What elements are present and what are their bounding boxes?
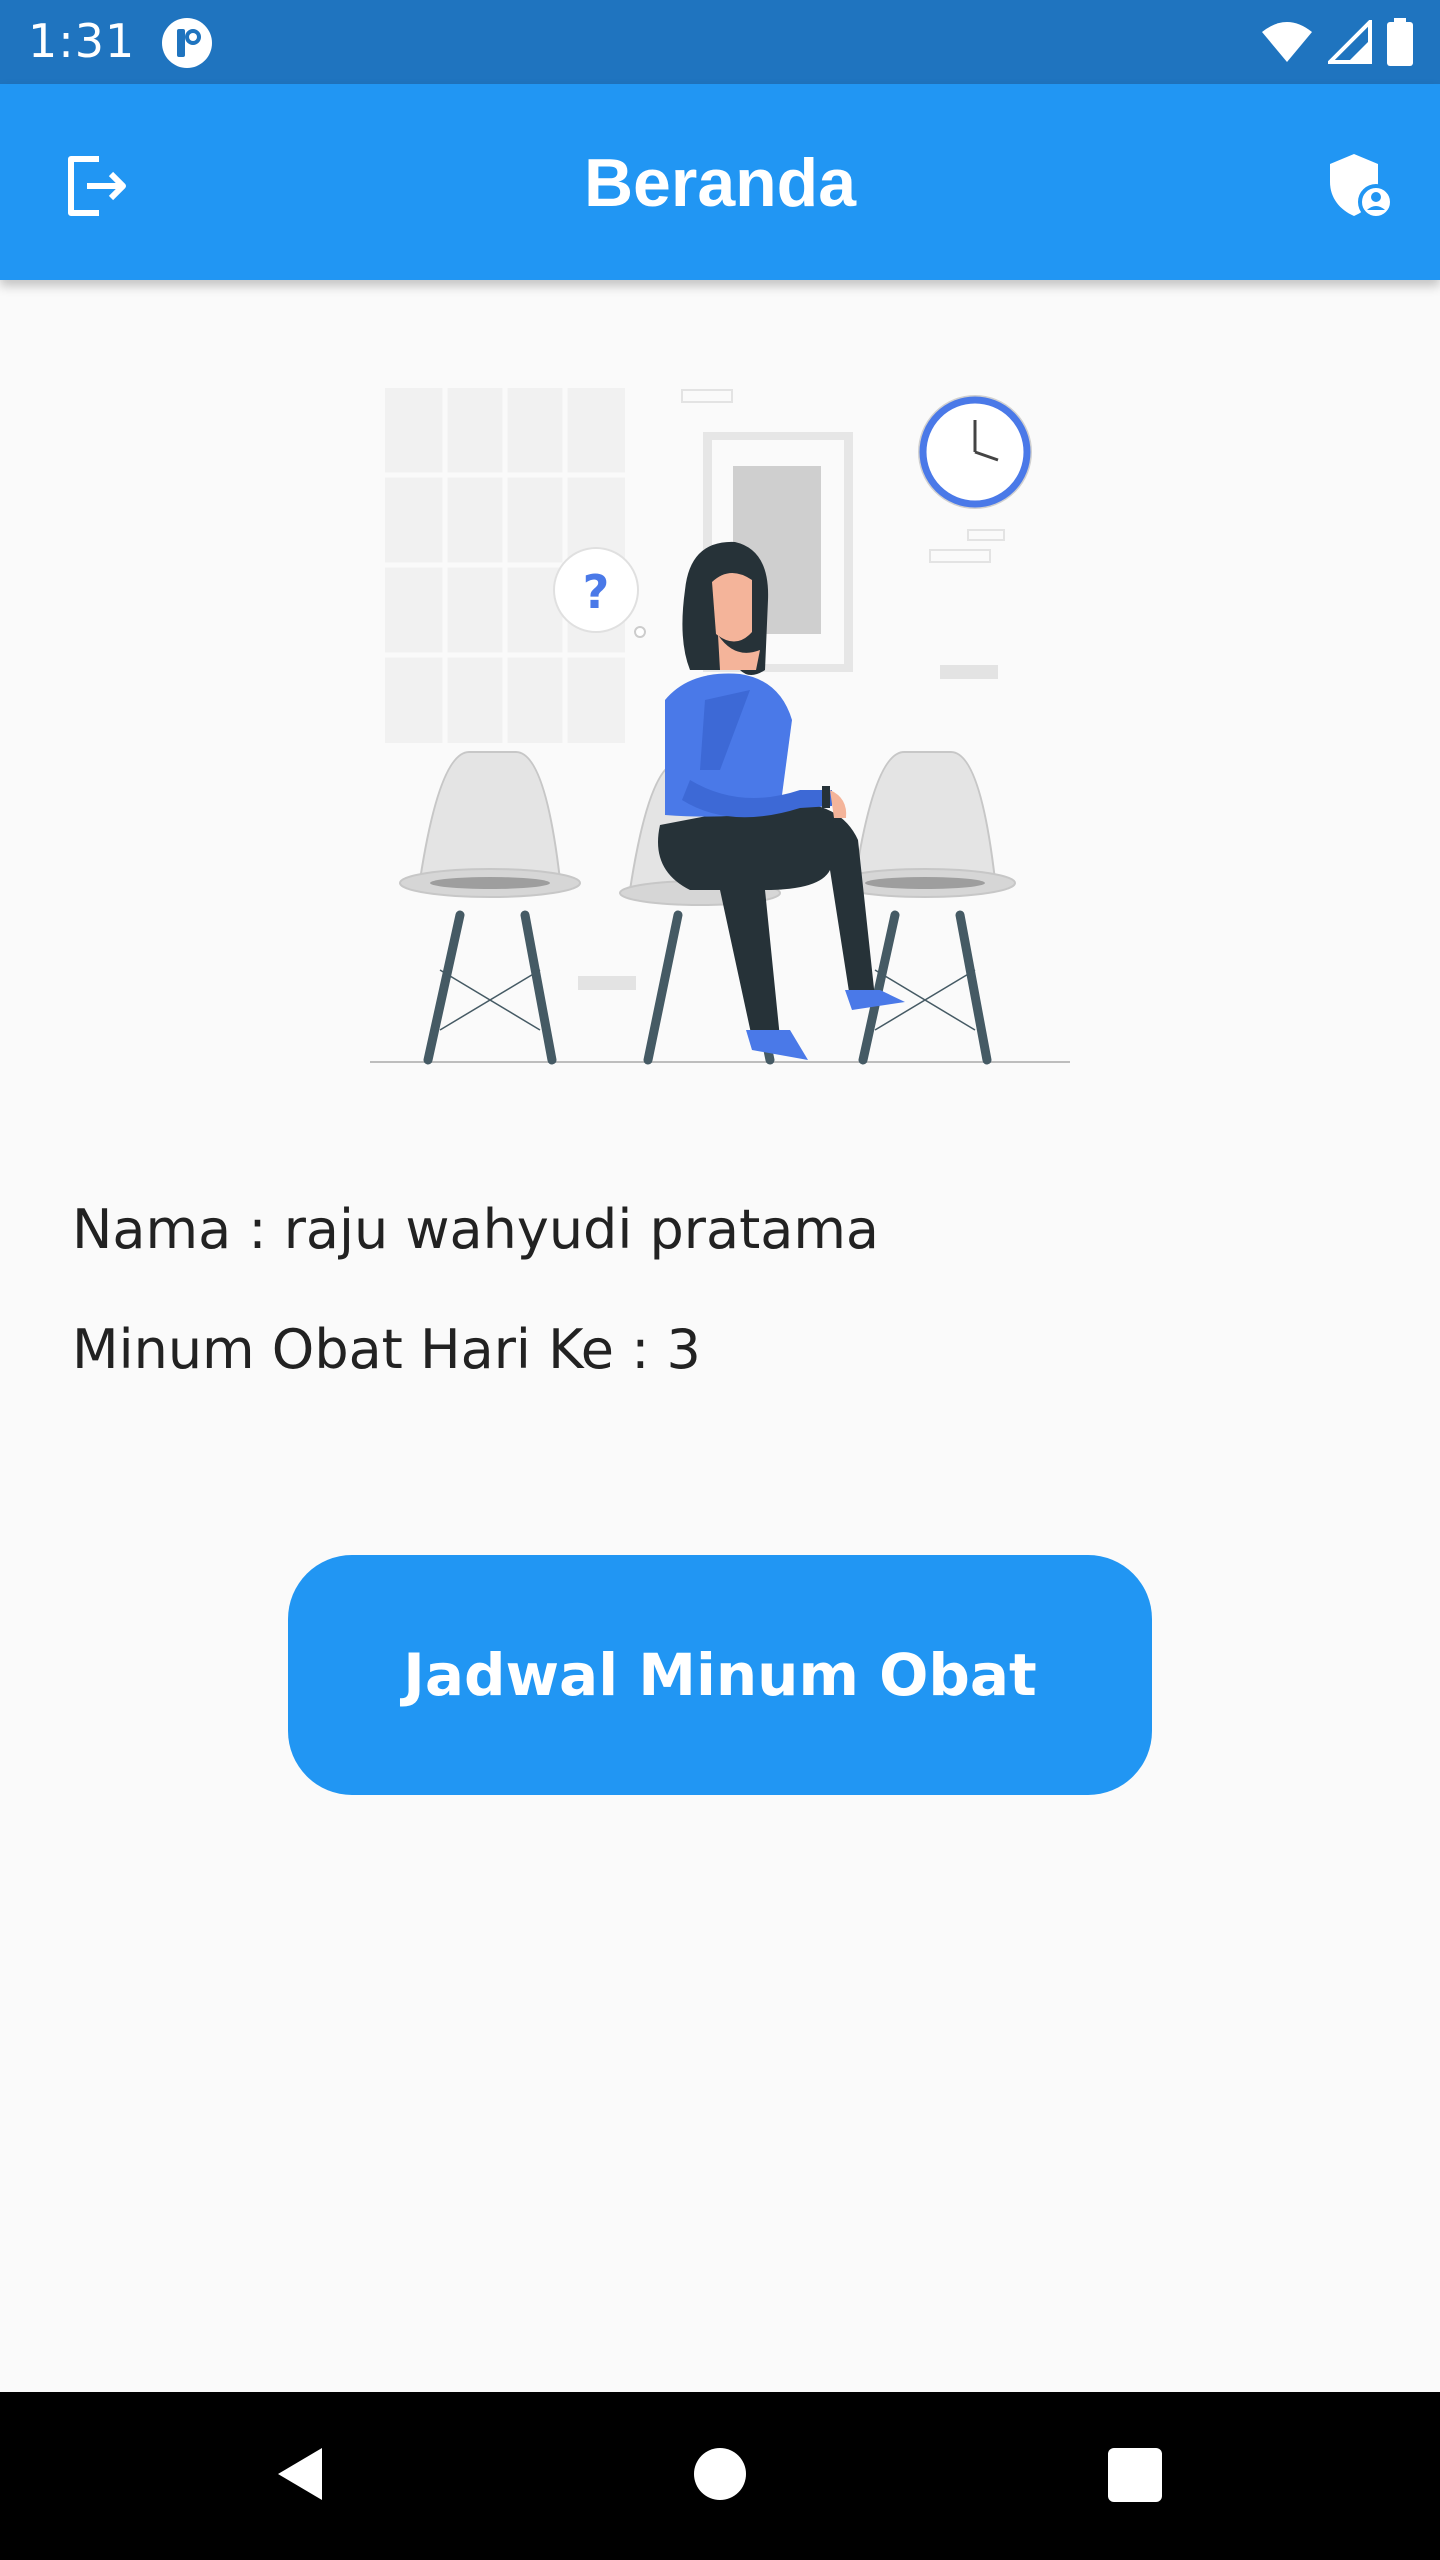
back-icon[interactable] bbox=[270, 2444, 330, 2504]
status-bar: 1:31 bbox=[0, 0, 1440, 84]
waiting-woman-illustration: ? bbox=[370, 388, 1070, 1065]
recents-icon[interactable] bbox=[1108, 2448, 1162, 2502]
admin-shield-icon bbox=[1330, 154, 1394, 220]
home-icon[interactable] bbox=[694, 2448, 746, 2500]
patient-name-text: Nama : raju wahyudi pratama bbox=[72, 1198, 880, 1261]
status-time: 1:31 bbox=[28, 14, 136, 68]
app-bar: Beranda bbox=[0, 84, 1440, 280]
admin-button[interactable] bbox=[1320, 146, 1400, 226]
wifi-icon bbox=[1262, 22, 1312, 62]
battery-icon bbox=[1387, 18, 1413, 66]
page-title: Beranda bbox=[583, 145, 857, 221]
signal-icon bbox=[1328, 20, 1372, 64]
system-nav-bar bbox=[0, 2392, 1440, 2560]
svg-text:?: ? bbox=[583, 565, 610, 619]
medication-day-text: Minum Obat Hari Ke : 3 bbox=[72, 1318, 701, 1381]
app-notification-icon bbox=[162, 18, 212, 68]
jadwal-minum-obat-button[interactable]: Jadwal Minum Obat bbox=[288, 1555, 1152, 1795]
